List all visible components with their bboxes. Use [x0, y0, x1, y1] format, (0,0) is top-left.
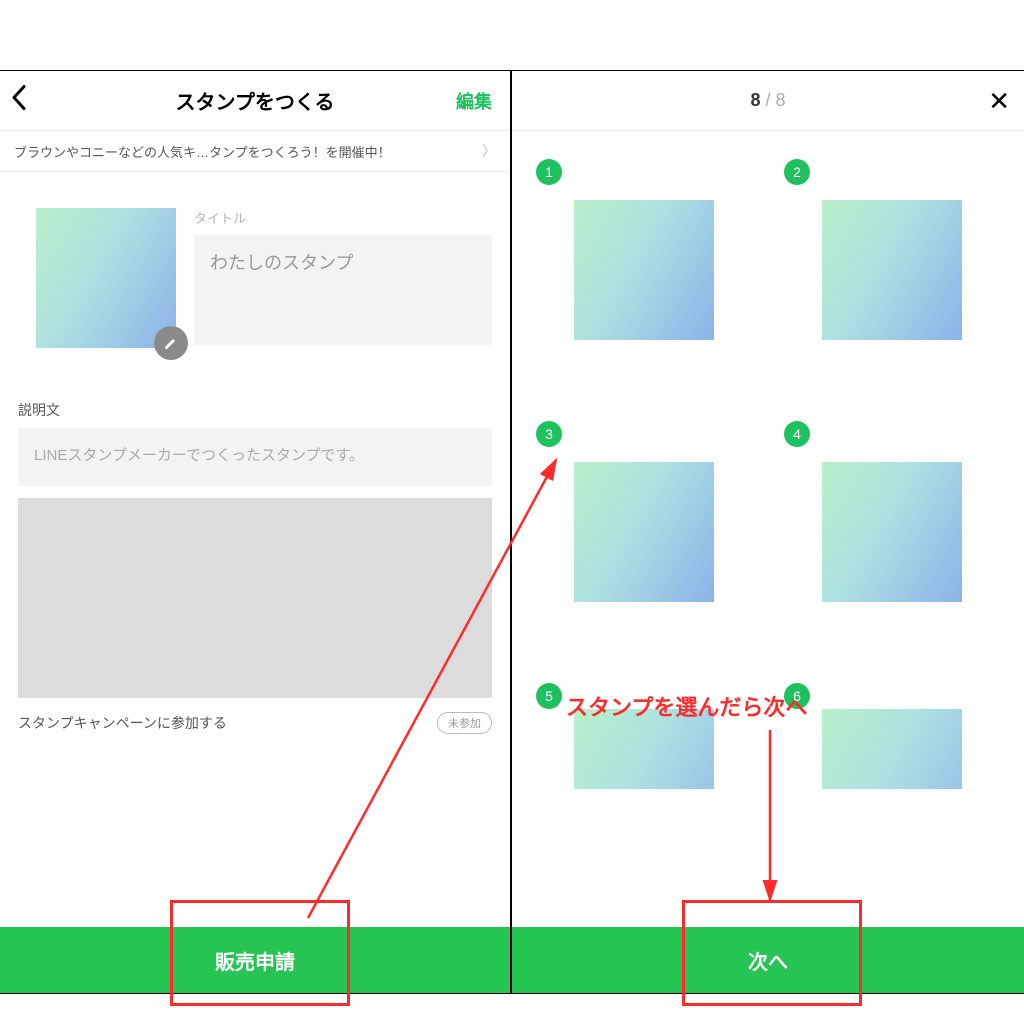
description-block: 説明文 LINEスタンプメーカーでつくったスタンプです。 — [0, 366, 510, 486]
stamp-grid: 1 2 3 4 5 6 — [512, 131, 1024, 993]
stamp-number-badge: 3 — [536, 421, 562, 447]
stamp-number-badge: 1 — [536, 159, 562, 185]
next-button[interactable]: 次へ — [512, 927, 1024, 993]
preview-placeholder — [18, 498, 492, 698]
close-icon[interactable]: ✕ — [988, 88, 1010, 114]
stamp-image — [822, 462, 962, 602]
promo-banner[interactable]: ブラウンやコニーなどの人気キ…タンプをつくろう！を開催中！ 〉 — [0, 131, 510, 172]
stamp-image — [574, 462, 714, 602]
header-left: スタンプをつくる 編集 — [0, 71, 510, 131]
stamp-cell[interactable]: 3 — [532, 417, 756, 647]
page-title: スタンプをつくる — [176, 86, 335, 115]
counter-current: 8 — [750, 90, 760, 110]
stamp-number-badge: 4 — [784, 421, 810, 447]
stamp-cell[interactable]: 2 — [780, 155, 1004, 385]
header-right: 8 / 8 ✕ — [512, 71, 1024, 131]
create-stamp-screen: スタンプをつくる 編集 ブラウンやコニーなどの人気キ…タンプをつくろう！を開催中… — [0, 71, 512, 993]
title-column: タイトル わたしのスタンプ — [194, 208, 492, 348]
screens-container: スタンプをつくる 編集 ブラウンやコニーなどの人気キ…タンプをつくろう！を開催中… — [0, 70, 1024, 994]
stamp-image — [574, 200, 714, 340]
stamp-image — [822, 200, 962, 340]
description-input[interactable]: LINEスタンプメーカーでつくったスタンプです。 — [18, 428, 492, 486]
next-button-label: 次へ — [748, 946, 788, 975]
stamp-cell[interactable]: 6 — [780, 679, 1004, 909]
stamp-cell[interactable]: 1 — [532, 155, 756, 385]
description-label: 説明文 — [18, 400, 492, 420]
title-input[interactable]: わたしのスタンプ — [194, 235, 492, 345]
stamp-image — [822, 709, 962, 789]
chevron-right-icon: 〉 — [482, 141, 496, 161]
campaign-label: スタンプキャンペーンに参加する — [18, 713, 227, 733]
submit-sale-button[interactable]: 販売申請 — [0, 927, 510, 993]
stamp-thumbnail[interactable] — [36, 208, 176, 348]
title-field-label: タイトル — [194, 208, 492, 227]
selection-counter: 8 / 8 — [750, 90, 785, 111]
stamp-number-badge: 5 — [536, 683, 562, 709]
campaign-row[interactable]: スタンプキャンペーンに参加する 未参加 — [0, 698, 510, 734]
promo-banner-text: ブラウンやコニーなどの人気キ…タンプをつくろう！を開催中！ — [14, 142, 391, 161]
counter-total: 8 — [776, 90, 786, 110]
annotation-text: スタンプを選んだら次へ — [566, 690, 807, 722]
submit-sale-label: 販売申請 — [215, 946, 295, 975]
campaign-status-pill: 未参加 — [437, 712, 492, 734]
back-icon[interactable] — [10, 83, 28, 118]
stamp-edit-row: タイトル わたしのスタンプ — [0, 172, 510, 366]
edit-button[interactable]: 編集 — [456, 88, 492, 114]
stamp-cell[interactable]: 4 — [780, 417, 1004, 647]
select-stamps-screen: 8 / 8 ✕ 1 2 3 4 5 — [512, 71, 1024, 993]
stamp-number-badge: 2 — [784, 159, 810, 185]
edit-thumbnail-icon[interactable] — [154, 326, 188, 360]
